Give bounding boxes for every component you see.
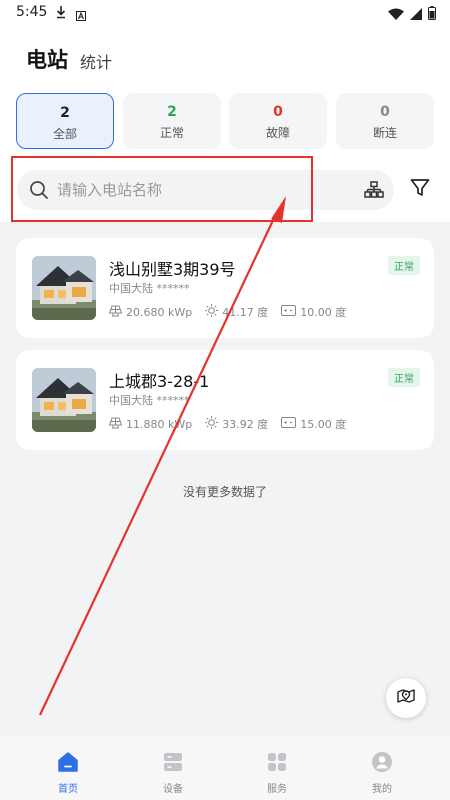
notification-a-icon [76,6,86,25]
filter-label: 全部 [52,127,77,141]
map-button[interactable] [386,678,426,718]
status-badge: 正常 [388,256,420,275]
status-time: 5:45 [16,4,48,20]
solar-panel-icon [108,417,123,432]
filter-label: 正常 [159,126,184,140]
nav-home[interactable]: 首页 [28,751,108,795]
nav-label: 设备 [163,784,183,795]
tab-statistics[interactable]: 统计 [80,49,112,73]
filter-offline[interactable]: 0 断连 [336,93,434,149]
bottom-nav: 首页 设备 服务 我的 [0,737,450,800]
energy-value: 33.92 度 [222,418,269,431]
battery-storage-icon [281,305,297,319]
battery-icon [428,5,436,24]
station-structure-icon[interactable] [364,181,384,203]
status-indicators [388,5,436,24]
station-thumbnail [32,368,96,432]
search-bar [17,170,394,210]
battery-storage-icon [281,417,297,431]
wifi-icon [388,5,404,24]
map-pin-icon [396,686,416,710]
battery-metric: 15.00 度 [281,416,346,432]
service-icon [266,753,288,777]
search-icon [29,180,49,204]
tab-station[interactable]: 电站 [26,44,68,74]
energy-metric: 41.17 度 [205,304,268,320]
status-bar: 5:45 [0,0,450,26]
solar-panel-icon [108,305,123,320]
search-input[interactable] [57,170,357,210]
capacity-value: 11.880 kWp [126,417,193,431]
filter-label: 断连 [372,126,397,140]
device-icon [162,753,184,777]
nav-profile[interactable]: 我的 [342,751,422,795]
filter-label: 故障 [265,126,290,140]
energy-metric: 33.92 度 [205,416,268,432]
filter-normal[interactable]: 2 正常 [123,93,221,149]
station-location: 中国大陆 ****** [109,282,190,295]
home-icon [57,752,79,777]
battery-value: 10.00 度 [300,306,347,319]
battery-metric: 10.00 度 [281,304,346,320]
filter-funnel-icon[interactable] [410,178,430,202]
sun-icon [205,304,219,320]
station-thumbnail [32,256,96,320]
nav-label: 我的 [372,784,392,795]
filter-all[interactable]: 2 全部 [16,93,114,149]
nav-device[interactable]: 设备 [133,751,213,795]
station-card[interactable]: 浅山别墅3期39号 中国大陆 ****** 正常 20.680 kWp 41.1… [16,238,434,338]
sun-icon [205,416,219,432]
download-icon [56,4,66,23]
capacity-metric: 20.680 kWp [108,305,193,320]
profile-icon [371,752,393,777]
battery-value: 15.00 度 [300,418,347,431]
nav-label: 服务 [267,784,287,795]
filter-count: 0 [380,104,390,120]
status-badge: 正常 [388,368,420,387]
station-metrics: 20.680 kWp 41.17 度 10.00 度 [108,304,359,320]
capacity-value: 20.680 kWp [126,305,193,319]
filter-count: 2 [60,105,70,121]
status-filter-group: 2 全部 2 正常 0 故障 0 断连 [16,93,434,149]
nav-service[interactable]: 服务 [237,751,317,795]
filter-fault[interactable]: 0 故障 [229,93,327,149]
filter-count: 0 [273,104,283,120]
nav-label: 首页 [58,784,78,795]
list-end-text: 没有更多数据了 [182,485,267,499]
station-name: 上城郡3-28-1 [109,372,210,391]
capacity-metric: 11.880 kWp [108,417,193,432]
station-card[interactable]: 上城郡3-28-1 中国大陆 ****** 正常 11.880 kWp 33.9… [16,350,434,450]
station-metrics: 11.880 kWp 33.92 度 15.00 度 [108,416,359,432]
station-name: 浅山别墅3期39号 [109,260,236,279]
filter-count: 2 [167,104,177,120]
station-location: 中国大陆 ****** [109,394,190,407]
signal-icon [410,5,422,24]
energy-value: 41.17 度 [222,306,269,319]
